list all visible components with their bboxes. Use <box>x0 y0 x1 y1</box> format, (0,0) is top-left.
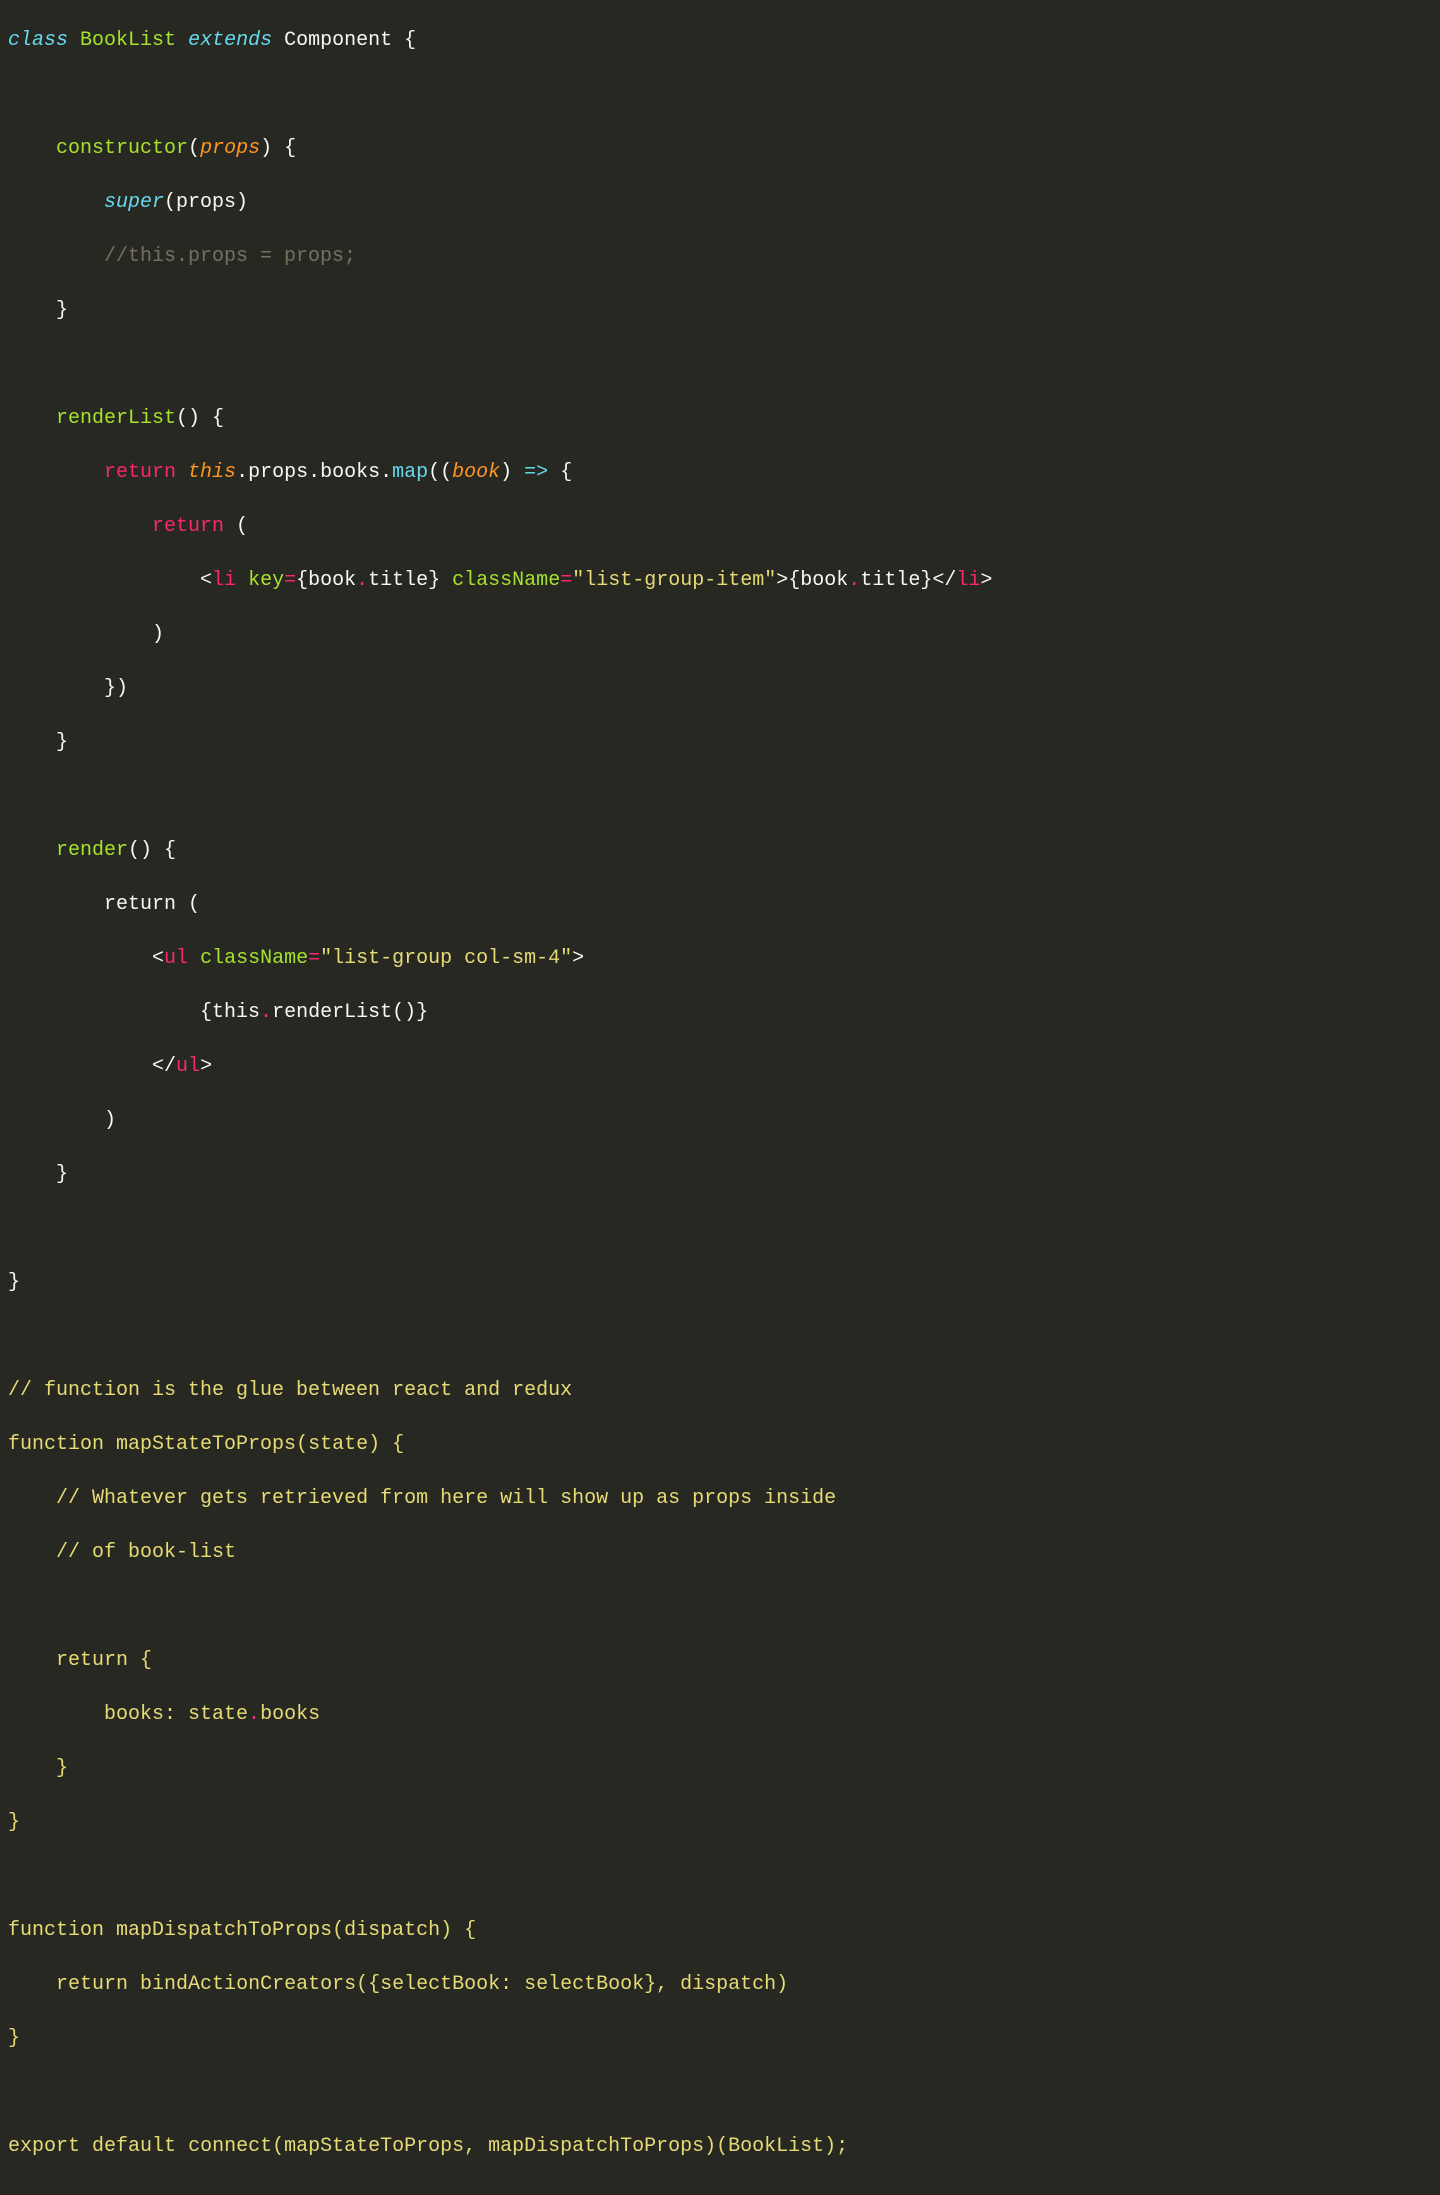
code-line-20[interactable]: </ul> <box>8 1053 1432 1080</box>
code-line-7[interactable] <box>8 351 1432 378</box>
code-line-38[interactable]: } <box>8 2025 1432 2052</box>
code-line-1[interactable]: class BookList extends Component { <box>8 27 1432 54</box>
code-line-3[interactable]: constructor(props) { <box>8 135 1432 162</box>
code-line-32[interactable]: books: state.books <box>8 1701 1432 1728</box>
code-line-2[interactable] <box>8 81 1432 108</box>
code-line-25[interactable] <box>8 1323 1432 1350</box>
code-line-30[interactable] <box>8 1593 1432 1620</box>
code-line-16[interactable]: render() { <box>8 837 1432 864</box>
code-line-33[interactable]: } <box>8 1755 1432 1782</box>
code-line-24[interactable]: } <box>8 1269 1432 1296</box>
code-line-27[interactable]: function mapStateToProps(state) { <box>8 1431 1432 1458</box>
code-line-34[interactable]: } <box>8 1809 1432 1836</box>
code-line-12[interactable]: ) <box>8 621 1432 648</box>
code-line-19[interactable]: {this.renderList()} <box>8 999 1432 1026</box>
code-line-4[interactable]: super(props) <box>8 189 1432 216</box>
code-line-14[interactable]: } <box>8 729 1432 756</box>
code-line-5[interactable]: //this.props = props; <box>8 243 1432 270</box>
code-line-31[interactable]: return { <box>8 1647 1432 1674</box>
code-line-8[interactable]: renderList() { <box>8 405 1432 432</box>
code-line-40[interactable]: export default connect(mapStateToProps, … <box>8 2133 1432 2160</box>
code-line-6[interactable]: } <box>8 297 1432 324</box>
code-line-37[interactable]: return bindActionCreators({selectBook: s… <box>8 1971 1432 1998</box>
code-line-35[interactable] <box>8 1863 1432 1890</box>
code-line-11[interactable]: <li key={book.title} className="list-gro… <box>8 567 1432 594</box>
code-line-13[interactable]: }) <box>8 675 1432 702</box>
code-line-29[interactable]: // of book-list <box>8 1539 1432 1566</box>
code-line-10[interactable]: return ( <box>8 513 1432 540</box>
code-line-17[interactable]: return ( <box>8 891 1432 918</box>
code-line-22[interactable]: } <box>8 1161 1432 1188</box>
code-line-18[interactable]: <ul className="list-group col-sm-4"> <box>8 945 1432 972</box>
code-line-36[interactable]: function mapDispatchToProps(dispatch) { <box>8 1917 1432 1944</box>
code-line-21[interactable]: ) <box>8 1107 1432 1134</box>
code-line-15[interactable] <box>8 783 1432 810</box>
code-line-26[interactable]: // function is the glue between react an… <box>8 1377 1432 1404</box>
code-line-28[interactable]: // Whatever gets retrieved from here wil… <box>8 1485 1432 1512</box>
code-line-9[interactable]: return this.props.books.map((book) => { <box>8 459 1432 486</box>
code-line-39[interactable] <box>8 2079 1432 2106</box>
code-editor[interactable]: class BookList extends Component { const… <box>8 0 1432 2187</box>
code-line-23[interactable] <box>8 1215 1432 1242</box>
